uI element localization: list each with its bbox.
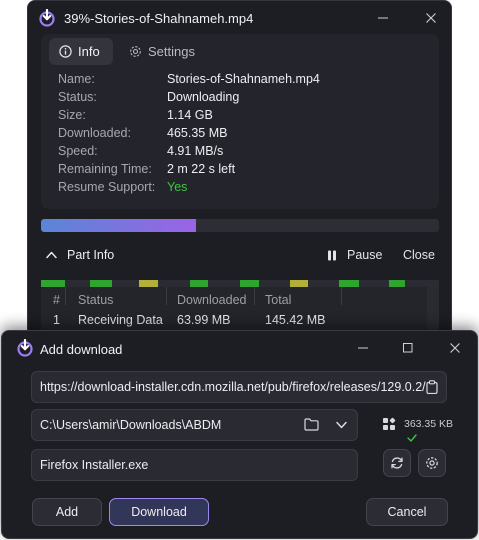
column-divider — [65, 287, 66, 305]
close-icon — [450, 343, 460, 353]
file-type-icon — [383, 417, 396, 430]
minimize-button[interactable] — [368, 1, 398, 35]
window-title: 39%-Stories-of-Shahnameh.mp4 — [64, 11, 254, 26]
part-downloaded-cell: 63.99 MB — [177, 313, 231, 327]
column-header-downloaded[interactable]: Downloaded — [177, 293, 247, 307]
info-icon — [59, 45, 72, 58]
minimize-icon — [378, 17, 388, 19]
download-progress-bar — [41, 219, 439, 232]
maximize-button[interactable] — [393, 331, 423, 365]
info-label: Name: — [58, 72, 95, 86]
download-progress-window: 39%-Stories-of-Shahnameh.mp4 Info Settin… — [27, 0, 452, 348]
file-name-text: Firefox Installer.exe — [40, 458, 149, 472]
part-total-cell: 145.42 MB — [265, 313, 326, 327]
downloaded-value: 465.35 MB — [167, 126, 228, 140]
column-header-index[interactable]: # — [53, 293, 60, 307]
part-segment-active — [139, 280, 158, 287]
pause-button[interactable]: Pause — [327, 248, 382, 262]
info-label: Remaining Time: — [58, 162, 152, 176]
status-value: Downloading — [167, 90, 240, 104]
download-settings-button[interactable] — [418, 449, 446, 477]
add-button[interactable]: Add — [32, 498, 102, 526]
gear-icon — [426, 457, 438, 469]
column-divider — [341, 287, 342, 305]
file-size-indicator: 363.35 KB — [382, 417, 453, 431]
title-bar[interactable]: 39%-Stories-of-Shahnameh.mp4 — [28, 1, 451, 35]
file-name-input[interactable]: Firefox Installer.exe — [31, 449, 358, 481]
part-segment-done — [90, 280, 112, 287]
column-divider — [254, 287, 255, 305]
app-logo-icon — [39, 9, 55, 27]
resume-support-value: Yes — [167, 180, 188, 194]
info-label: Resume Support: — [58, 180, 156, 194]
info-label: Status: — [58, 90, 97, 104]
part-segment-active — [290, 280, 308, 287]
refresh-button[interactable] — [383, 449, 411, 477]
part-segment-done — [339, 280, 359, 287]
folder-path-text: C:\Users\amir\Downloads\ABDM — [40, 418, 222, 432]
tab-settings-label: Settings — [148, 44, 195, 59]
download-button[interactable]: Download — [109, 498, 209, 526]
pause-icon — [328, 250, 336, 260]
tab-info[interactable]: Info — [49, 38, 113, 65]
part-info-label: Part Info — [67, 248, 115, 262]
minimize-icon — [358, 347, 368, 349]
chevron-down-icon[interactable] — [336, 421, 347, 429]
info-label: Size: — [58, 108, 86, 122]
maximize-icon — [403, 343, 413, 353]
minimize-button[interactable] — [348, 331, 378, 365]
folder-icon[interactable] — [304, 418, 319, 431]
file-name-value: Stories-of-Shahnameh.mp4 — [167, 72, 320, 86]
part-info-toggle[interactable]: Part Info — [46, 248, 114, 262]
add-download-window: Add download https://download-installer.… — [1, 330, 478, 539]
tabs-panel: Info Settings Name: Stories-of-Shahnameh… — [41, 34, 439, 209]
save-folder-input[interactable]: C:\Users\amir\Downloads\ABDM — [31, 409, 358, 441]
info-label: Downloaded: — [58, 126, 131, 140]
gear-icon — [130, 46, 141, 57]
progress-fill — [41, 219, 197, 232]
info-label: Speed: — [58, 144, 98, 158]
parts-status-strip — [41, 280, 439, 287]
url-input[interactable]: https://download-installer.cdn.mozilla.n… — [31, 371, 447, 403]
close-icon — [426, 13, 436, 23]
refresh-icon — [391, 457, 403, 469]
part-status-cell: Receiving Data — [78, 313, 163, 327]
part-index-cell: 1 — [53, 313, 60, 327]
file-size-text: 363.35 KB — [404, 418, 454, 430]
cancel-button[interactable]: Cancel — [366, 498, 448, 526]
part-segment-done — [240, 280, 259, 287]
window-title: Add download — [40, 342, 123, 357]
size-value: 1.14 GB — [167, 108, 213, 122]
part-segment-done — [190, 280, 208, 287]
column-header-total[interactable]: Total — [265, 293, 291, 307]
remaining-time-value: 2 m 22 s left — [167, 162, 236, 176]
part-segment-done — [389, 280, 405, 287]
part-info-bar: Part Info Pause Close — [41, 245, 439, 269]
close-button[interactable]: Close — [403, 248, 435, 262]
pause-label: Pause — [347, 248, 383, 262]
app-logo-icon — [17, 339, 33, 357]
chevron-up-icon — [46, 251, 57, 259]
url-text: https://download-installer.cdn.mozilla.n… — [40, 380, 426, 394]
title-bar[interactable]: Add download — [2, 331, 477, 365]
part-segment-done — [41, 280, 65, 287]
paste-icon[interactable] — [426, 380, 438, 394]
column-header-status[interactable]: Status — [78, 293, 113, 307]
tab-settings[interactable]: Settings — [119, 38, 205, 65]
tab-info-label: Info — [78, 44, 100, 59]
close-window-button[interactable] — [416, 1, 446, 35]
column-divider — [166, 287, 167, 305]
checkmark-icon — [407, 434, 417, 442]
speed-value: 4.91 MB/s — [167, 144, 224, 158]
close-window-button[interactable] — [440, 331, 470, 365]
